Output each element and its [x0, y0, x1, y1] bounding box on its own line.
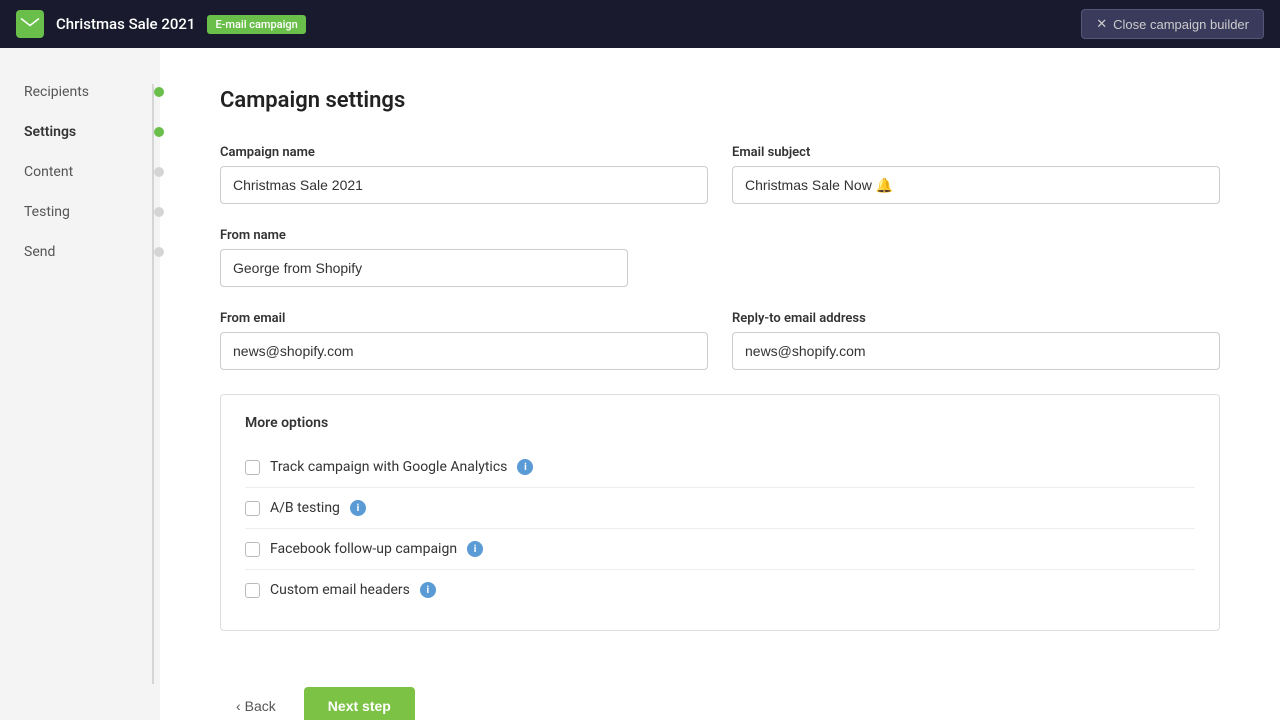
- from-name-group: From name: [220, 228, 628, 287]
- custom-headers-info-icon[interactable]: i: [420, 582, 436, 598]
- campaign-name-input[interactable]: [220, 166, 708, 204]
- sidebar: Recipients Settings Content Testing Send: [0, 48, 160, 720]
- back-arrow-icon: ‹: [236, 698, 241, 714]
- google-analytics-checkbox[interactable]: [245, 460, 260, 475]
- google-analytics-info-icon[interactable]: i: [517, 459, 533, 475]
- reply-to-group: Reply-to email address: [732, 311, 1220, 370]
- close-icon: ✕: [1096, 16, 1107, 32]
- option-facebook-followup: Facebook follow-up campaign i: [245, 529, 1195, 570]
- sidebar-item-send[interactable]: Send: [0, 232, 160, 272]
- close-builder-button[interactable]: ✕ Close campaign builder: [1081, 9, 1264, 39]
- from-email-group: From email: [220, 311, 708, 370]
- recipients-dot: [154, 87, 164, 97]
- from-name-label: From name: [220, 228, 628, 243]
- facebook-followup-label: Facebook follow-up campaign: [270, 541, 457, 557]
- sidebar-item-testing[interactable]: Testing: [0, 192, 160, 232]
- settings-dot: [154, 127, 164, 137]
- send-dot: [154, 247, 164, 257]
- email-subject-input[interactable]: [732, 166, 1220, 204]
- app-header: Christmas Sale 2021 E-mail campaign ✕ Cl…: [0, 0, 1280, 48]
- email-subject-group: Email subject: [732, 145, 1220, 204]
- form-row-1: Campaign name Email subject: [220, 145, 1220, 204]
- sidebar-item-content[interactable]: Content: [0, 152, 160, 192]
- campaign-title: Christmas Sale 2021: [56, 15, 195, 33]
- campaign-name-label: Campaign name: [220, 145, 708, 160]
- custom-headers-label: Custom email headers: [270, 582, 410, 598]
- from-name-input[interactable]: [220, 249, 628, 287]
- sidebar-item-settings[interactable]: Settings: [0, 112, 160, 152]
- option-google-analytics: Track campaign with Google Analytics i: [245, 447, 1195, 488]
- custom-headers-checkbox[interactable]: [245, 583, 260, 598]
- option-ab-testing: A/B testing i: [245, 488, 1195, 529]
- more-options-box: More options Track campaign with Google …: [220, 394, 1220, 631]
- from-email-input[interactable]: [220, 332, 708, 370]
- next-step-button[interactable]: Next step: [304, 687, 415, 720]
- form-row-2: From name: [220, 228, 1220, 287]
- google-analytics-label: Track campaign with Google Analytics: [270, 459, 507, 475]
- option-custom-email-headers: Custom email headers i: [245, 570, 1195, 610]
- more-options-title: More options: [245, 415, 1195, 431]
- app-logo: [16, 10, 44, 38]
- back-button[interactable]: ‹ Back: [220, 688, 292, 720]
- campaign-type-badge: E-mail campaign: [207, 15, 305, 34]
- facebook-followup-info-icon[interactable]: i: [467, 541, 483, 557]
- reply-to-label: Reply-to email address: [732, 311, 1220, 326]
- app-body: Recipients Settings Content Testing Send…: [0, 48, 1280, 720]
- main-content: Campaign settings Campaign name Email su…: [160, 48, 1280, 720]
- from-email-label: From email: [220, 311, 708, 326]
- reply-to-input[interactable]: [732, 332, 1220, 370]
- sidebar-item-recipients[interactable]: Recipients: [0, 72, 160, 112]
- ab-testing-label: A/B testing: [270, 500, 340, 516]
- ab-testing-checkbox[interactable]: [245, 501, 260, 516]
- header-left: Christmas Sale 2021 E-mail campaign: [16, 10, 306, 38]
- footer-buttons: ‹ Back Next step: [220, 671, 1220, 720]
- page-title: Campaign settings: [220, 88, 1220, 113]
- email-subject-label: Email subject: [732, 145, 1220, 160]
- content-dot: [154, 167, 164, 177]
- testing-dot: [154, 207, 164, 217]
- form-row-3: From email Reply-to email address: [220, 311, 1220, 370]
- campaign-name-group: Campaign name: [220, 145, 708, 204]
- facebook-followup-checkbox[interactable]: [245, 542, 260, 557]
- ab-testing-info-icon[interactable]: i: [350, 500, 366, 516]
